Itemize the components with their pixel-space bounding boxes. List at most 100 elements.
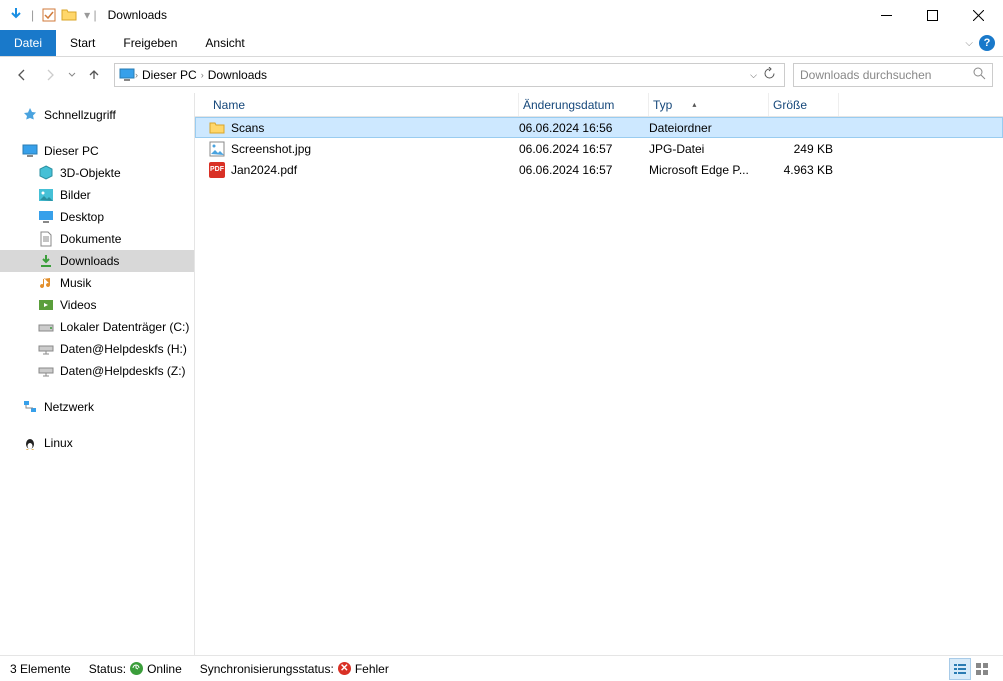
search-input[interactable]: Downloads durchsuchen — [793, 63, 993, 87]
file-name: Jan2024.pdf — [231, 163, 297, 177]
breadcrumb-current[interactable]: Downloads — [204, 68, 271, 82]
status-sync: Synchronisierungsstatus: ✕ Fehler — [200, 662, 389, 676]
tree-label: 3D-Objekte — [60, 166, 121, 180]
tree-drive-c[interactable]: Lokaler Datenträger (C:) — [0, 316, 194, 338]
tree-pictures[interactable]: Bilder — [0, 184, 194, 206]
ribbon-collapse-icon[interactable]: ⌵ — [965, 38, 973, 49]
tree-label: Lokaler Datenträger (C:) — [60, 320, 189, 334]
breadcrumb-root[interactable]: Dieser PC — [138, 68, 201, 82]
tree-label: Daten@Helpdeskfs (H:) — [60, 342, 187, 356]
status-item-count: 3 Elemente — [10, 662, 71, 676]
tree-linux[interactable]: Linux — [0, 432, 194, 454]
pdf-file-icon: PDF — [209, 162, 225, 178]
tree-label: Musik — [60, 276, 91, 290]
star-icon — [22, 107, 38, 123]
minimize-button[interactable] — [863, 0, 909, 30]
monitor-icon — [22, 143, 38, 159]
title-bar: | ▾ | Downloads — [0, 0, 1003, 30]
tab-file[interactable]: Datei — [0, 30, 56, 56]
tree-music[interactable]: Musik — [0, 272, 194, 294]
checkbox-icon[interactable] — [41, 7, 57, 23]
file-date: 06.06.2024 16:56 — [519, 121, 649, 135]
tree-3d-objects[interactable]: 3D-Objekte — [0, 162, 194, 184]
tree-label: Dieser PC — [44, 144, 99, 158]
view-details-button[interactable] — [949, 658, 971, 680]
tree-label: Schnellzugriff — [44, 108, 116, 122]
tree-documents[interactable]: Dokumente — [0, 228, 194, 250]
status-online: Status: Online — [89, 662, 182, 676]
online-icon — [130, 662, 143, 675]
network-drive-icon — [38, 363, 54, 379]
tree-videos[interactable]: Videos — [0, 294, 194, 316]
file-name: Screenshot.jpg — [231, 142, 311, 156]
network-drive-icon — [38, 341, 54, 357]
tab-share[interactable]: Freigeben — [109, 30, 191, 56]
tree-network[interactable]: Netzwerk — [0, 396, 194, 418]
address-monitor-icon — [119, 67, 135, 83]
video-icon — [38, 297, 54, 313]
download-arrow-icon — [8, 7, 24, 23]
file-name: Scans — [231, 121, 264, 135]
address-bar[interactable]: › Dieser PC › Downloads ⌵ — [114, 63, 785, 87]
column-headers: Name Änderungsdatum Typ ▴ Größe — [195, 93, 1003, 117]
tree-label: Daten@Helpdeskfs (Z:) — [60, 364, 186, 378]
nav-tree[interactable]: Schnellzugriff Dieser PC 3D-Objekte Bild… — [0, 93, 195, 655]
error-icon: ✕ — [338, 662, 351, 675]
tree-this-pc[interactable]: Dieser PC — [0, 140, 194, 162]
nav-forward-button[interactable] — [38, 63, 62, 87]
tree-drive-z[interactable]: Daten@Helpdeskfs (Z:) — [0, 360, 194, 382]
file-date: 06.06.2024 16:57 — [519, 142, 649, 156]
tree-label: Downloads — [60, 254, 119, 268]
tree-downloads[interactable]: Downloads — [0, 250, 194, 272]
search-placeholder: Downloads durchsuchen — [800, 68, 931, 82]
header-date[interactable]: Änderungsdatum — [519, 93, 649, 116]
tree-drive-h[interactable]: Daten@Helpdeskfs (H:) — [0, 338, 194, 360]
status-bar: 3 Elemente Status: Online Synchronisieru… — [0, 655, 1003, 681]
help-icon[interactable]: ? — [979, 35, 995, 51]
maximize-button[interactable] — [909, 0, 955, 30]
ribbon: Datei Start Freigeben Ansicht ⌵ ? — [0, 30, 1003, 57]
nav-row: › Dieser PC › Downloads ⌵ Downloads durc… — [0, 57, 1003, 93]
header-size[interactable]: Größe — [769, 93, 839, 116]
close-button[interactable] — [955, 0, 1001, 30]
refresh-icon[interactable] — [763, 67, 776, 83]
nav-up-button[interactable] — [82, 63, 106, 87]
window-title: Downloads — [108, 8, 863, 22]
desktop-icon — [38, 209, 54, 225]
tab-view[interactable]: Ansicht — [191, 30, 258, 56]
tree-quick-access[interactable]: Schnellzugriff — [0, 104, 194, 126]
cube-icon — [38, 165, 54, 181]
file-size: 249 KB — [769, 142, 839, 156]
file-type: Dateiordner — [649, 121, 769, 135]
search-icon — [973, 67, 986, 83]
download-icon — [38, 253, 54, 269]
file-row[interactable]: Scans 06.06.2024 16:56 Dateiordner — [195, 117, 1003, 138]
header-type[interactable]: Typ ▴ — [649, 93, 769, 116]
picture-icon — [38, 187, 54, 203]
nav-back-button[interactable] — [10, 63, 34, 87]
nav-history-dropdown[interactable] — [66, 63, 78, 87]
file-size: 4.963 KB — [769, 163, 839, 177]
view-large-button[interactable] — [971, 658, 993, 680]
tree-label: Bilder — [60, 188, 91, 202]
file-type: Microsoft Edge P... — [649, 163, 769, 177]
address-dropdown-icon[interactable]: ⌵ — [750, 70, 757, 81]
tree-desktop[interactable]: Desktop — [0, 206, 194, 228]
separator: | — [31, 8, 34, 22]
separator: ▾ | — [84, 8, 96, 22]
image-file-icon — [209, 141, 225, 157]
file-list: Name Änderungsdatum Typ ▴ Größe Scans 06… — [195, 93, 1003, 655]
tree-label: Linux — [44, 436, 73, 450]
header-name[interactable]: Name — [209, 93, 519, 116]
folder-icon — [209, 120, 225, 136]
tree-label: Desktop — [60, 210, 104, 224]
tree-label: Videos — [60, 298, 96, 312]
tab-start[interactable]: Start — [56, 30, 109, 56]
file-row[interactable]: Screenshot.jpg 06.06.2024 16:57 JPG-Date… — [195, 138, 1003, 159]
folder-icon — [61, 7, 77, 23]
file-row[interactable]: PDF Jan2024.pdf 06.06.2024 16:57 Microso… — [195, 159, 1003, 180]
document-icon — [38, 231, 54, 247]
tree-label: Dokumente — [60, 232, 121, 246]
drive-icon — [38, 319, 54, 335]
sort-asc-icon: ▴ — [692, 100, 696, 109]
